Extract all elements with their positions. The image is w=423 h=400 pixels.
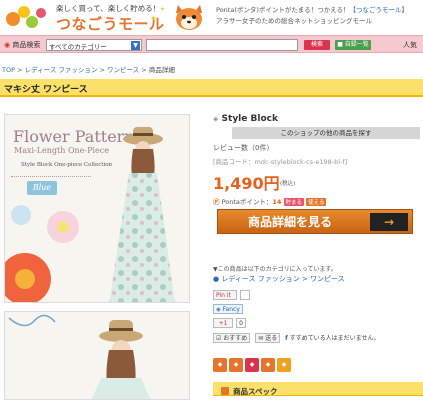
page-title-bar: マキシ丈 ワンピース (0, 79, 423, 97)
gplus-button[interactable]: +1 (213, 318, 233, 328)
breadcrumb: TOP > レディース ファッション > ワンピース > 商品詳細 (2, 64, 175, 74)
breadcrumb-top[interactable]: TOP (2, 66, 15, 74)
product-main-image[interactable]: Flower Pattern Maxi-Length One-Piece Sty… (4, 114, 190, 303)
mixi-recommend-button[interactable]: ☑ おすすめ (213, 333, 251, 343)
facebook-recommend-text: すすめている人はまだいません。 (289, 335, 380, 342)
product-code: [商品コード：mdc-styleblock-cs-e198-bl-f] (213, 158, 348, 166)
feature-icon: ◆ (261, 358, 275, 372)
sparkle-icon: ✦ (150, 14, 157, 23)
shop-icon: ◈ (213, 115, 219, 123)
feature-icon: ◆ (229, 358, 243, 372)
logo-ball (26, 16, 38, 28)
breadcrumb-separator: > (17, 66, 23, 74)
search-icon: ◉ (4, 41, 11, 49)
ponta-points-label: Pontaポイント： (221, 198, 273, 206)
breadcrumb-current: 商品詳細 (148, 66, 175, 74)
breadcrumb-separator: > (99, 66, 105, 74)
logo-ball (36, 8, 46, 18)
popular-label[interactable]: 人気 (403, 40, 417, 50)
ponta-promo-text: Ponta(ポンタ)ポイントがたまる！つかえる！ (216, 6, 350, 14)
fancy-button[interactable]: ◈ Fancy (213, 304, 243, 314)
mascot-icon (176, 5, 202, 30)
send-label: 送る (265, 335, 278, 342)
search-bar: ◉ 商品検索 すべてのカテゴリー ▼ 検索 ■ 自録一覧 人気 (0, 35, 423, 53)
shop-name[interactable]: ◈ Style Block (213, 114, 278, 124)
gplus-count: 0 (236, 318, 246, 328)
feature-icons-row: ◆ ◆ ◆ ◆ ◆ (213, 358, 293, 372)
chevron-down-icon: ▼ (131, 41, 140, 50)
sparkle-icon: ✦ (160, 6, 166, 13)
category-list-button[interactable]: ■ 自録一覧 (335, 40, 371, 50)
social-share-row: ☑ おすすめ ✉ 送る f すすめている人はまだいません。 (213, 333, 379, 343)
shop-name-text: Style Block (221, 114, 278, 124)
product-photo-illustration (5, 127, 175, 302)
category-select-value: すべてのカテゴリー (49, 43, 107, 51)
search-label: ◉ 商品検索 (4, 40, 40, 50)
category-path-link[interactable]: ● レディース ファッション > ワンピース (213, 274, 345, 284)
view-details-label: 商品詳細を見る (248, 215, 333, 229)
ponta-icon: Ⓟ (213, 198, 220, 206)
breadcrumb-separator: > (141, 66, 147, 74)
page-title: マキシ丈 ワンピース (4, 85, 88, 95)
facebook-icon[interactable]: f (285, 335, 288, 342)
product-photo-illustration (8, 314, 151, 399)
spec-section-header: 商品スペック (213, 382, 423, 396)
site-header: 楽しく買って、楽しく貯める！ つなごうモール ✦ ✦ Ponta(ポンタ)ポイン… (0, 0, 423, 34)
spec-title-text: 商品スペック (233, 387, 278, 396)
ponta-earn-badge: 貯まる (283, 198, 305, 206)
breadcrumb-onepiece[interactable]: ワンピース (107, 66, 139, 74)
feature-icon: ◆ (245, 358, 259, 372)
fancy-label: Fancy (222, 306, 240, 313)
breadcrumb-ladies-fashion[interactable]: レディース ファッション (25, 66, 98, 74)
view-details-button[interactable]: 商品詳細を見る → (217, 209, 413, 234)
tax-note: (税込) (280, 181, 296, 187)
mixi-recommend-label: おすすめ (223, 335, 248, 342)
feature-icon: ◆ (213, 358, 227, 372)
category-select[interactable]: すべてのカテゴリー ▼ (46, 39, 142, 51)
pinterest-count (240, 290, 250, 300)
ponta-use-badge: 使える (306, 198, 327, 206)
arrow-right-icon: → (370, 213, 408, 231)
review-count[interactable]: レビュー数（0件） (213, 143, 273, 153)
site-logo-text[interactable]: つなごうモール (56, 13, 165, 34)
category-note: ▼この商品は以下のカテゴリに入っています。 (213, 266, 337, 273)
price: 1,490円 (213, 174, 280, 193)
search-input[interactable] (146, 39, 298, 51)
pinterest-button[interactable]: Pin it (213, 290, 237, 300)
shop-other-items-button[interactable]: このショップの他の商品を探す (232, 127, 420, 139)
ponta-points-line: Ⓟ Pontaポイント：14 貯まる 使える (213, 196, 327, 206)
send-button[interactable]: ✉ 送る (255, 333, 281, 343)
ponta-points-value: 14 (272, 198, 282, 206)
logo-mark[interactable] (4, 4, 52, 30)
feature-icon: ◆ (277, 358, 291, 372)
search-button[interactable]: 検索 (304, 40, 330, 50)
site-subtitle: アラサー女子のための総合ネットショッピングモール (216, 17, 372, 25)
search-label-text: 商品検索 (12, 41, 41, 49)
ponta-promo: Ponta(ポンタ)ポイントがたまる！つかえる！【つなごうモール】 (216, 4, 408, 14)
product-thumbnail-image[interactable] (4, 311, 190, 400)
category-list-label: 自録一覧 (344, 41, 369, 48)
ponta-promo-link[interactable]: 【つなごうモール】 (350, 6, 409, 14)
